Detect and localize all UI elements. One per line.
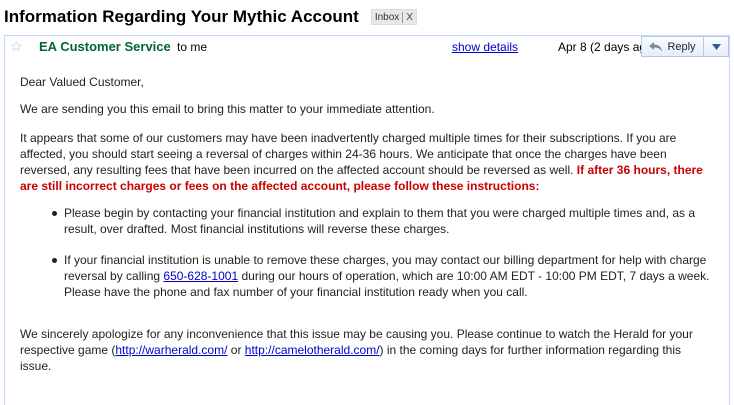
intro-paragraph: We are sending you this email to bring t… (20, 102, 435, 116)
warherald-link[interactable]: http://warherald.com/ (115, 343, 227, 357)
dropdown-arrow-icon (711, 43, 721, 50)
reply-label: Reply (667, 40, 696, 53)
remove-label-button[interactable]: X (402, 11, 413, 23)
show-details-link[interactable]: show details (452, 40, 518, 54)
subject-bar: Information Regarding Your Mythic Accoun… (4, 6, 417, 28)
reply-arrow-icon (649, 41, 663, 51)
list-item: If your financial institution is unable … (52, 252, 712, 300)
list-item: Please begin by contacting your financia… (52, 205, 712, 237)
email-subject: Information Regarding Your Mythic Accoun… (4, 7, 359, 26)
sender-name[interactable]: EA Customer Service (39, 39, 171, 54)
camelotherald-link[interactable]: http://camelotherald.com/ (245, 343, 380, 357)
inbox-label[interactable]: Inbox X (370, 9, 417, 25)
closing-paragraph: We sincerely apologize for any inconveni… (20, 326, 713, 374)
bullet-text: Please begin by contacting your financia… (64, 206, 696, 236)
reply-button[interactable]: Reply (641, 36, 704, 57)
message-card: ☆ EA Customer Service to me show details… (4, 35, 730, 405)
inbox-label-text: Inbox (374, 11, 400, 23)
star-icon[interactable]: ☆ (10, 38, 23, 54)
recipient: to me (177, 40, 208, 54)
bullet-text: during our hours of operation, which are… (64, 269, 710, 299)
closing-or: or (230, 343, 242, 357)
greeting: Dear Valued Customer, (20, 75, 144, 89)
more-options-button[interactable] (704, 36, 729, 57)
message-header: ☆ EA Customer Service to me show details… (5, 36, 729, 58)
phone-link[interactable]: 650-628-1001 (163, 269, 238, 283)
main-paragraph: It appears that some of our customers ma… (20, 130, 713, 194)
